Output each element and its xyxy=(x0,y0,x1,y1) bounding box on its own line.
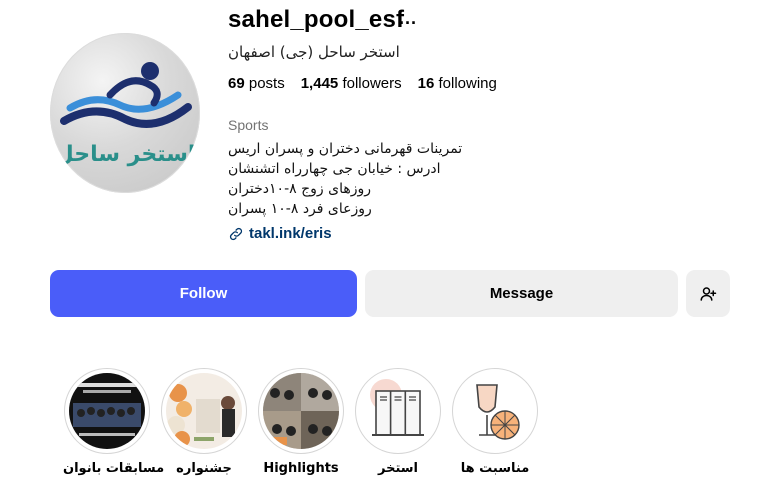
profile-link[interactable]: takl.ink/eris xyxy=(228,225,332,242)
profile-username: sahel_pool_esf xyxy=(228,6,405,33)
highlight-label: جشنواره xyxy=(176,461,232,476)
highlight-cover xyxy=(457,373,533,449)
highlight-cover xyxy=(360,373,436,449)
profile-link-text[interactable]: takl.ink/eris xyxy=(249,225,332,242)
highlight-item[interactable]: Highlights xyxy=(257,368,345,476)
highlight-label: استخر xyxy=(377,461,418,476)
highlight-item[interactable]: مسابقات بانوان xyxy=(63,368,165,476)
highlight-item[interactable]: مناسبت ها xyxy=(451,368,539,476)
highlight-cover xyxy=(69,373,145,449)
highlight-ring[interactable] xyxy=(64,368,150,454)
highlight-label: مسابقات بانوان xyxy=(63,461,165,476)
add-user-button[interactable] xyxy=(686,270,730,317)
pool-logo: استخر ساحل xyxy=(55,62,196,167)
link-icon xyxy=(229,227,243,240)
person-add-icon xyxy=(700,286,717,301)
followers-stat[interactable]: 1,445 followers xyxy=(301,75,402,92)
highlight-cover xyxy=(166,373,242,449)
highlight-label: مناسبت ها xyxy=(460,461,530,476)
more-horizontal-icon[interactable]: ··· xyxy=(399,13,417,34)
highlight-cover xyxy=(263,373,339,449)
follow-button[interactable]: Follow xyxy=(50,270,357,317)
bio-line: ادرس : خیابان جی چهارراه اتشنشان xyxy=(228,161,441,177)
following-stat[interactable]: 16 following xyxy=(418,75,497,92)
lockers-icon xyxy=(360,373,436,449)
bio-line: روزهای زوج ۸-۱۰دختران xyxy=(228,181,372,197)
highlight-ring[interactable] xyxy=(161,368,247,454)
highlight-ring[interactable] xyxy=(258,368,344,454)
profile-bio: تمرینات قهرمانی دختران و پسران اریس ادرس… xyxy=(228,139,462,219)
bio-line: تمرینات قهرمانی دختران و پسران اریس xyxy=(228,141,463,157)
highlight-item[interactable]: جشنواره xyxy=(160,368,248,476)
profile-full-name: استخر ساحل (جی) اصفهان xyxy=(228,43,400,61)
svg-text:استخر ساحل: استخر ساحل xyxy=(55,142,196,167)
profile-category: Sports xyxy=(228,117,269,133)
profile-avatar[interactable]: استخر ساحل xyxy=(50,33,200,193)
highlight-item[interactable]: استخر xyxy=(354,368,442,476)
highlight-label: Highlights xyxy=(263,461,339,476)
profile-stats: 69 posts 1,445 followers 16 following xyxy=(228,75,497,92)
highlight-ring[interactable] xyxy=(355,368,441,454)
highlight-ring[interactable] xyxy=(452,368,538,454)
posts-stat[interactable]: 69 posts xyxy=(228,75,285,92)
glass-lemon-icon xyxy=(457,373,533,449)
message-button[interactable]: Message xyxy=(365,270,678,317)
bio-line: روزعای فرد ۸-۱۰ پسران xyxy=(228,201,372,217)
